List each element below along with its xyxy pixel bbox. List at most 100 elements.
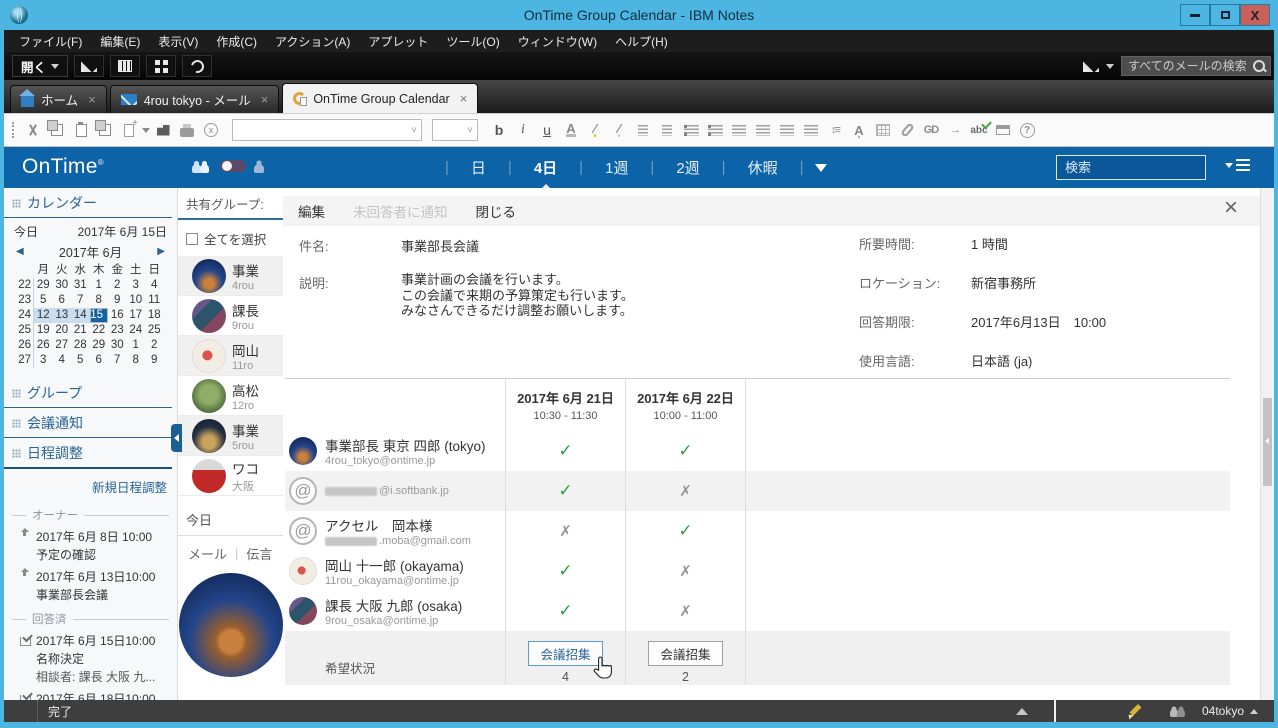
link-icon[interactable]: GD bbox=[920, 119, 942, 141]
cal-day[interactable]: 27 bbox=[53, 338, 72, 353]
menu-item[interactable]: 表示(V) bbox=[149, 33, 207, 50]
insert-section-icon[interactable]: → bbox=[944, 119, 966, 141]
select-all-row[interactable]: 全てを選択 bbox=[178, 220, 283, 256]
cal-day[interactable]: 19 bbox=[34, 323, 53, 338]
tab-mail[interactable]: 4rou tokyo - メール× bbox=[110, 85, 280, 113]
cal-day[interactable]: 4 bbox=[145, 278, 164, 293]
nav-vacation[interactable]: 休暇 bbox=[727, 157, 799, 178]
date-option-column[interactable]: 2017年 6月 22日 10:00 - 11:00 bbox=[625, 379, 745, 431]
schedule-item[interactable]: 2017年 6月 13日10:00 事業部長会議 bbox=[4, 566, 177, 606]
apps-grid-icon[interactable] bbox=[146, 55, 176, 77]
paste-icon[interactable] bbox=[70, 119, 92, 141]
edit-action[interactable]: 編集 bbox=[298, 201, 325, 221]
align-left-icon[interactable] bbox=[776, 119, 798, 141]
menu-item[interactable]: 編集(E) bbox=[91, 33, 149, 50]
cal-day[interactable]: 7 bbox=[108, 353, 127, 368]
menu-item[interactable]: アクション(A) bbox=[266, 33, 359, 50]
align-justify-icon[interactable] bbox=[752, 119, 774, 141]
cal-day[interactable]: 25 bbox=[145, 323, 164, 338]
sidebar-section-calendar[interactable]: カレンダー bbox=[4, 188, 172, 218]
highlight2-icon[interactable]: ∕ bbox=[608, 119, 630, 141]
group-member-row[interactable]: 事業 5rou bbox=[178, 416, 283, 456]
replication-icon[interactable] bbox=[182, 55, 212, 77]
spellcheck-icon[interactable]: abc bbox=[968, 119, 990, 141]
cal-day[interactable]: 20 bbox=[53, 323, 72, 338]
ruler-icon[interactable] bbox=[992, 119, 1014, 141]
view-toggle[interactable] bbox=[220, 160, 246, 172]
cal-day[interactable]: 12 bbox=[34, 308, 53, 323]
cal-day[interactable]: 24 bbox=[127, 323, 146, 338]
schedule-item[interactable]: 2017年 6月 15日10:00 名称決定 相談者: 課長 大阪 九... bbox=[4, 630, 177, 688]
chevron-down-icon[interactable] bbox=[1106, 64, 1114, 69]
close-tab-icon[interactable]: × bbox=[261, 92, 269, 107]
members-today-label[interactable]: 今日 bbox=[178, 496, 283, 535]
cal-day[interactable]: 11 bbox=[145, 293, 164, 308]
nav-day[interactable]: 日 bbox=[450, 157, 507, 178]
mail-icon[interactable] bbox=[74, 55, 104, 77]
tab-home[interactable]: ホーム× bbox=[10, 85, 107, 113]
menu-item[interactable]: ウィンドウ(W) bbox=[509, 33, 606, 50]
date-option-column[interactable]: 2017年 6月 21日 10:30 - 11:30 bbox=[505, 379, 625, 431]
cal-day[interactable]: 9 bbox=[108, 293, 127, 308]
tab-ontime-calendar[interactable]: OnTime Group Calendar× bbox=[282, 83, 478, 113]
notify-unanswered-action[interactable]: 未回答者に通知 bbox=[353, 201, 448, 221]
menu-item[interactable]: ファイル(F) bbox=[10, 33, 91, 50]
ontime-menu-icon[interactable] bbox=[1225, 159, 1250, 172]
tab-message-link[interactable]: 伝言 bbox=[246, 544, 272, 563]
stop-icon[interactable]: x bbox=[200, 119, 222, 141]
sidebar-section-group[interactable]: グループ bbox=[4, 378, 172, 408]
group-member-row[interactable]: 岡山 11ro bbox=[178, 336, 283, 376]
cal-day[interactable]: 14 bbox=[71, 308, 90, 323]
copy-icon[interactable] bbox=[46, 119, 68, 141]
new-schedule-link[interactable]: 新規日程調整 bbox=[4, 469, 177, 502]
select-all-checkbox[interactable] bbox=[186, 233, 198, 245]
menu-item[interactable]: ツール(O) bbox=[437, 33, 508, 50]
scrollbar-thumb[interactable] bbox=[1263, 398, 1272, 486]
prev-month-icon[interactable]: ◀ bbox=[16, 246, 24, 257]
font-family-select[interactable]: ˅ bbox=[232, 119, 422, 141]
cal-day[interactable]: 4 bbox=[53, 353, 72, 368]
nav-2week[interactable]: 2週 bbox=[655, 157, 720, 178]
toolbar-grip[interactable] bbox=[12, 122, 16, 138]
group-member-row[interactable]: 課長 9rou bbox=[178, 296, 283, 336]
cal-day[interactable]: 1 bbox=[127, 338, 146, 353]
highlight-icon[interactable]: ∕ bbox=[584, 119, 606, 141]
group-member-row[interactable]: 事業 4rou bbox=[178, 256, 283, 296]
cal-day[interactable]: 18 bbox=[145, 308, 164, 323]
status-up-arrow-icon[interactable] bbox=[1016, 708, 1028, 715]
cal-day[interactable]: 5 bbox=[34, 293, 53, 308]
person-view-icon[interactable] bbox=[254, 159, 264, 173]
close-action[interactable]: 閉じる bbox=[476, 201, 517, 221]
group-view-icon[interactable] bbox=[192, 159, 212, 173]
cal-day[interactable]: 3 bbox=[127, 278, 146, 293]
calendar-icon[interactable] bbox=[110, 55, 140, 77]
cut-icon[interactable] bbox=[22, 119, 44, 141]
align-center-icon[interactable] bbox=[728, 119, 750, 141]
cal-day[interactable]: 7 bbox=[71, 293, 90, 308]
bullet-list-icon[interactable] bbox=[680, 119, 702, 141]
open-button[interactable]: 開く bbox=[12, 55, 68, 77]
indent-icon[interactable] bbox=[632, 119, 654, 141]
dialog-close-icon[interactable]: × bbox=[1224, 198, 1238, 218]
cal-day[interactable]: 8 bbox=[90, 293, 109, 308]
nav-4day[interactable]: 4日 bbox=[513, 157, 578, 178]
next-month-icon[interactable]: ▶ bbox=[157, 246, 165, 257]
invite-meeting-button[interactable]: 会議招集 bbox=[648, 641, 722, 666]
bold-icon[interactable]: b bbox=[488, 119, 510, 141]
availability-mark[interactable]: ✓ bbox=[558, 561, 572, 581]
nav-1week[interactable]: 1週 bbox=[584, 157, 649, 178]
close-tab-icon[interactable]: × bbox=[460, 91, 468, 106]
schedule-item[interactable]: 2017年 6月 8日 10:00 予定の確認 bbox=[4, 526, 177, 566]
cal-day[interactable]: 2 bbox=[145, 338, 164, 353]
availability-mark[interactable]: ✓ bbox=[558, 601, 572, 621]
help-icon[interactable]: ? bbox=[1016, 119, 1038, 141]
view-mode-switcher[interactable] bbox=[192, 159, 264, 173]
availability-mark[interactable]: ✗ bbox=[559, 522, 572, 540]
edit-mode-icon[interactable] bbox=[1128, 704, 1142, 718]
current-user[interactable]: 04tokyo bbox=[1202, 704, 1258, 718]
cal-day[interactable]: 22 bbox=[90, 323, 109, 338]
security-people-icon[interactable] bbox=[1170, 705, 1188, 717]
availability-mark[interactable]: ✓ bbox=[558, 441, 572, 461]
group-member-row[interactable]: 高松 12ro bbox=[178, 376, 283, 416]
availability-mark[interactable]: ✗ bbox=[679, 482, 692, 500]
